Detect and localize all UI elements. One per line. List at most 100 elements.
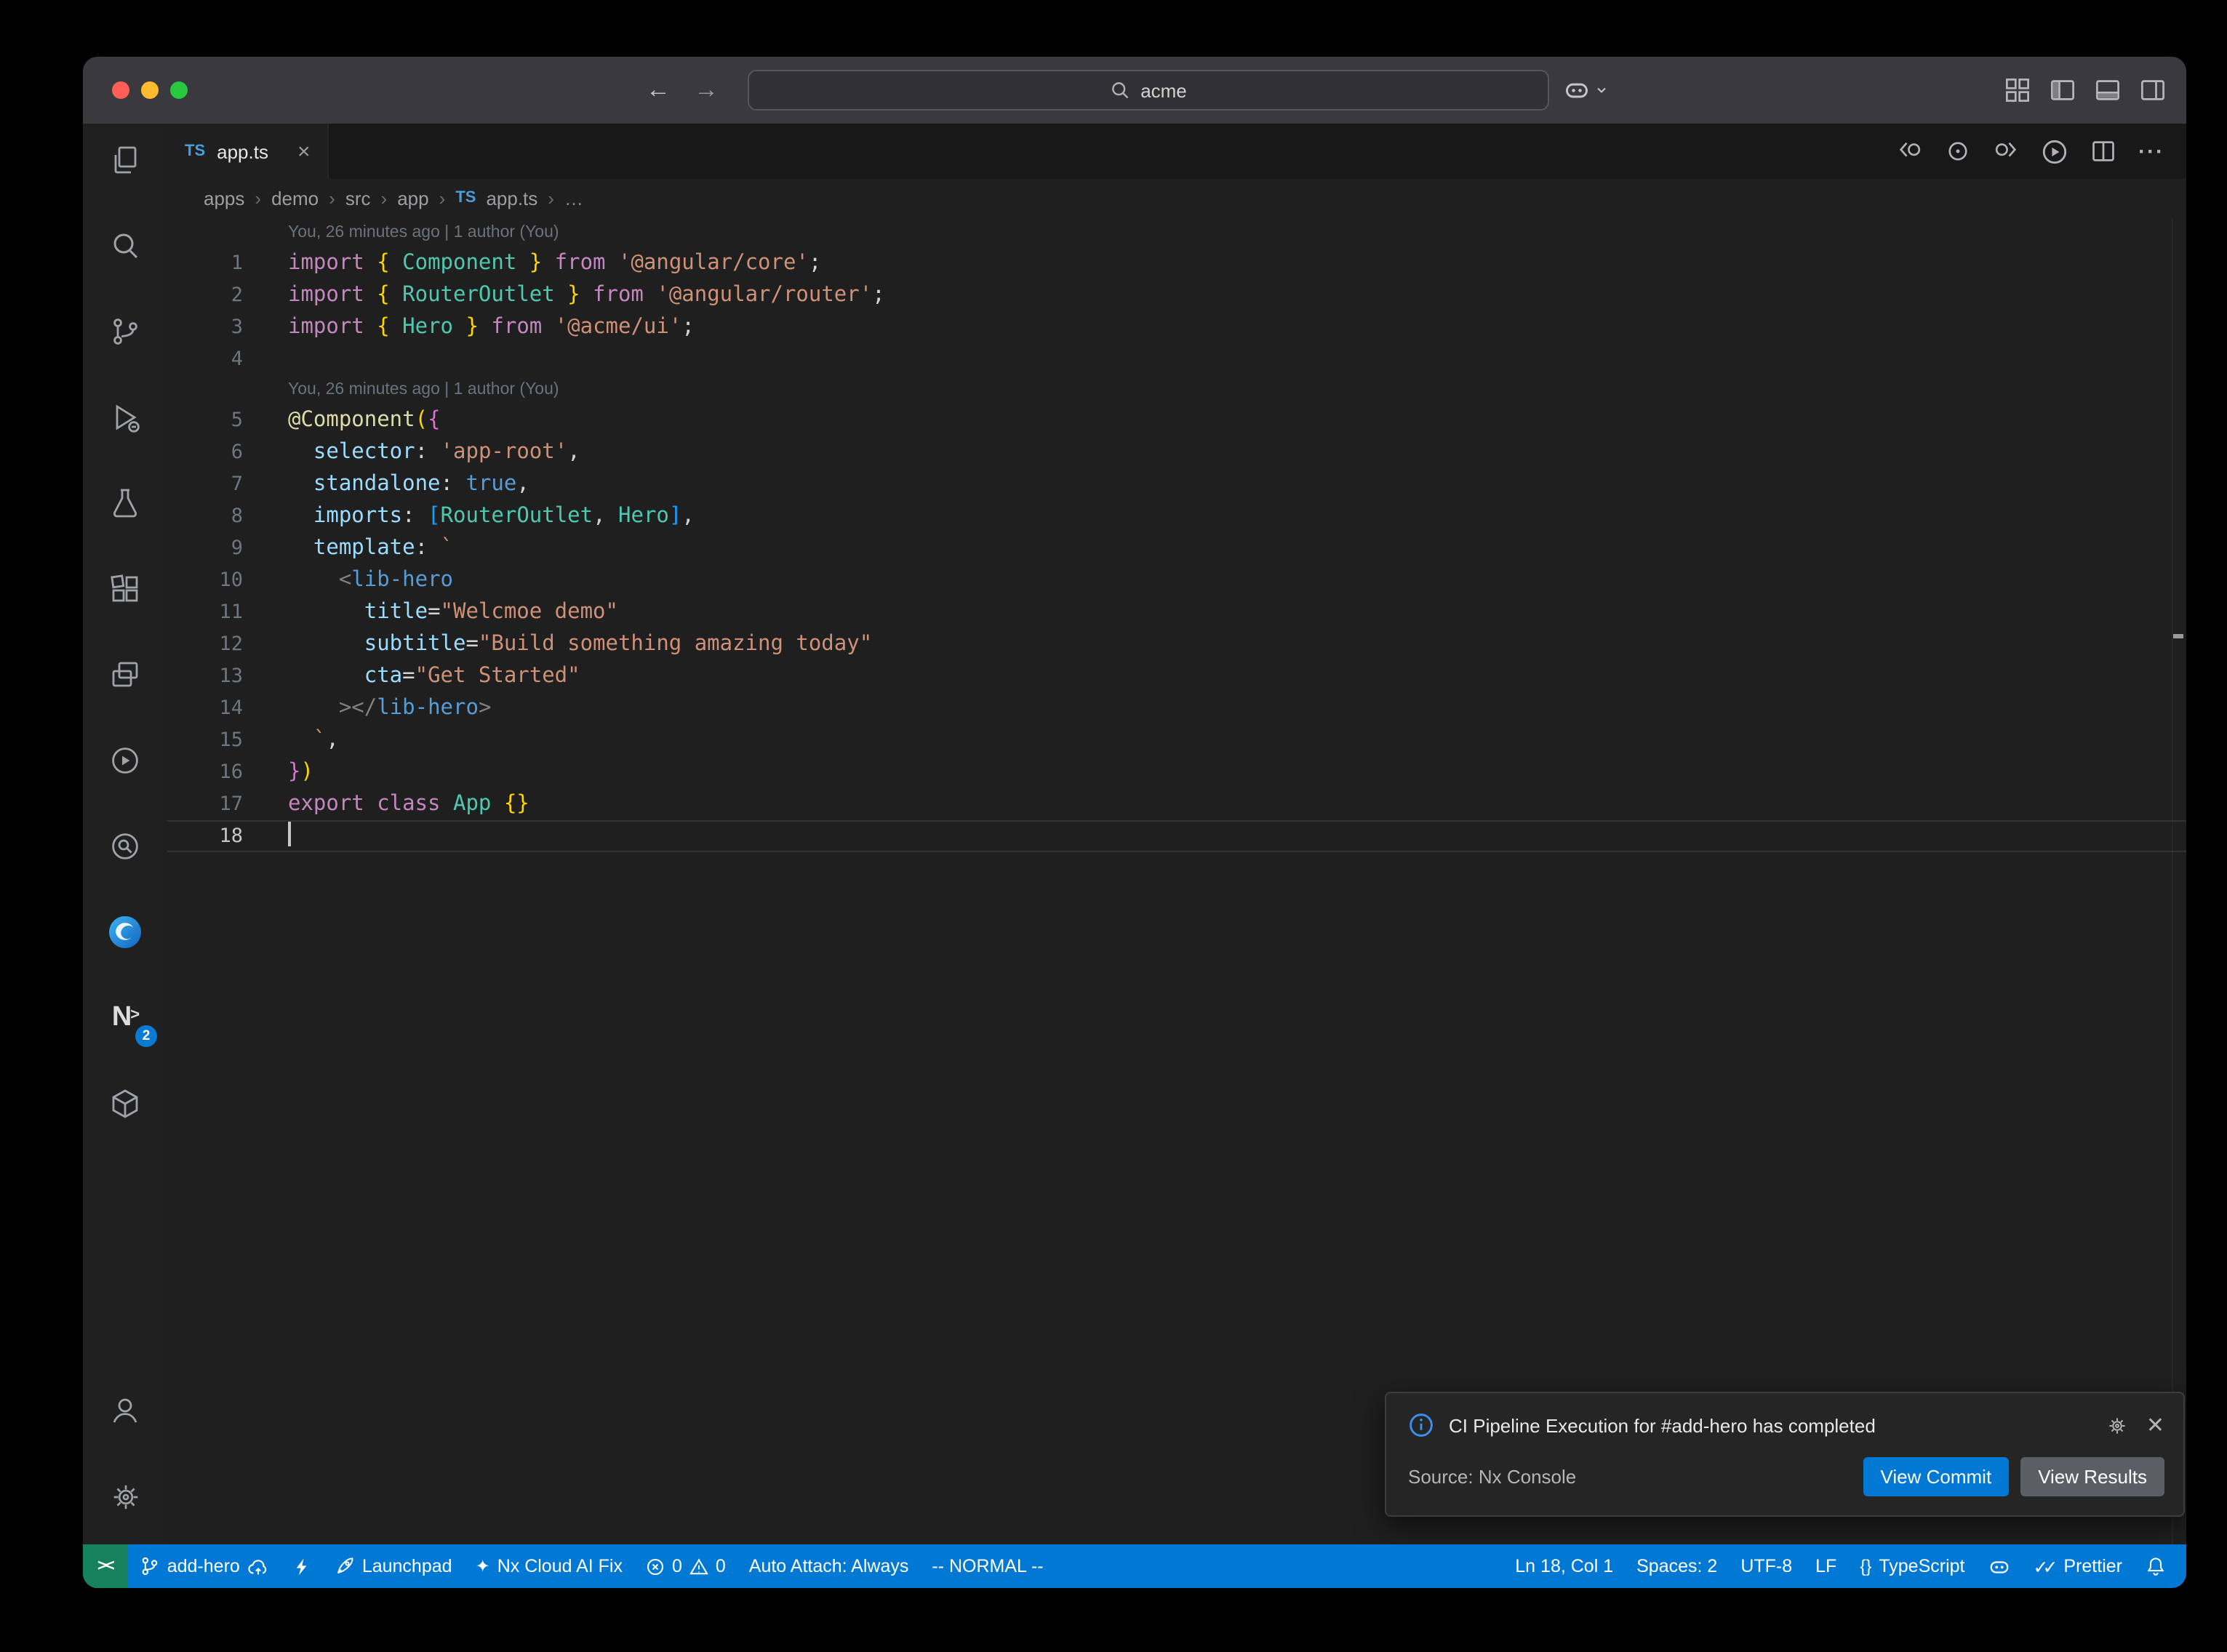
language-mode-item[interactable]: {} TypeScript xyxy=(1848,1544,1976,1588)
title-bar: ← → acme xyxy=(83,57,2186,124)
sidebar-item-search[interactable] xyxy=(83,211,167,281)
nx-cloud-item[interactable]: ✦ Nx Cloud AI Fix xyxy=(464,1544,634,1588)
sidebar-item-circle-search[interactable] xyxy=(83,811,167,881)
customize-layout-icon[interactable] xyxy=(2004,77,2031,103)
symbol-circle-icon[interactable] xyxy=(1945,138,1971,164)
code-line[interactable]: 7 standalone: true, xyxy=(167,468,2186,500)
sidebar-item-explorer[interactable] xyxy=(83,125,167,195)
circle-search-icon xyxy=(108,829,143,864)
sidebar-item-circle-play[interactable] xyxy=(83,726,167,795)
cursor-position-item[interactable]: Ln 18, Col 1 xyxy=(1503,1544,1625,1588)
sidebar-item-run-debug[interactable] xyxy=(83,382,167,452)
view-commit-button[interactable]: View Commit xyxy=(1863,1457,2010,1496)
sidebar-item-testing[interactable] xyxy=(83,468,167,538)
editor-scrollbar[interactable] xyxy=(2172,218,2186,1544)
code-line[interactable]: 4 xyxy=(167,343,2186,375)
code-editor[interactable]: You, 26 minutes ago | 1 author (You)1imp… xyxy=(167,217,2186,1544)
auto-attach-item[interactable]: Auto Attach: Always xyxy=(737,1544,921,1588)
copilot-menu[interactable] xyxy=(1564,57,1609,124)
forward-arrow-icon[interactable]: → xyxy=(694,76,719,105)
settings-gear-icon xyxy=(108,1480,142,1513)
sidebar-item-cube[interactable] xyxy=(83,1069,167,1139)
code-line[interactable]: 5@Component({ xyxy=(167,404,2186,436)
sidebar-item-blue-swirl[interactable] xyxy=(83,897,167,967)
code-line[interactable]: 3import { Hero } from '@acme/ui'; xyxy=(167,311,2186,343)
code-line[interactable]: 14 ></lib-hero> xyxy=(167,692,2186,724)
search-icon xyxy=(1110,80,1130,100)
view-results-button[interactable]: View Results xyxy=(2020,1457,2164,1496)
copilot-status-item[interactable] xyxy=(1977,1544,2022,1588)
indentation-item[interactable]: Spaces: 2 xyxy=(1625,1544,1729,1588)
nx-badge: 2 xyxy=(135,1025,157,1047)
traffic-lights xyxy=(112,81,188,99)
code-line[interactable]: 2import { RouterOutlet } from '@angular/… xyxy=(167,279,2186,311)
code-line[interactable]: 17export class App {} xyxy=(167,788,2186,820)
eol-item[interactable]: LF xyxy=(1804,1544,1848,1588)
code-line[interactable]: 12 subtitle="Build something amazing tod… xyxy=(167,628,2186,660)
sidebar-item-remote-windows[interactable] xyxy=(83,640,167,710)
breadcrumb-item-apps[interactable]: apps xyxy=(204,187,244,209)
nav-forward-icon[interactable] xyxy=(1993,138,2019,164)
code-line[interactable]: 9 template: ` xyxy=(167,532,2186,564)
account-menu[interactable] xyxy=(83,1376,167,1446)
launchpad-item[interactable]: Launchpad xyxy=(323,1544,464,1588)
formatter-item[interactable]: ✓✓ Prettier xyxy=(2022,1544,2135,1588)
breadcrumb-item-file[interactable]: app.ts xyxy=(486,187,537,209)
line-number: 10 xyxy=(167,564,288,596)
problems-item[interactable]: 0 0 xyxy=(634,1544,737,1588)
nav-back-icon[interactable] xyxy=(1897,138,1923,164)
breadcrumb-item-app[interactable]: app xyxy=(397,187,428,209)
status-bar: >< add-hero xyxy=(83,1544,2186,1588)
code-line[interactable]: 6 selector: 'app-root', xyxy=(167,436,2186,468)
breadcrumb-item-ellipsis[interactable]: … xyxy=(564,187,583,209)
toggle-secondary-sidebar-icon[interactable] xyxy=(2140,77,2166,103)
command-center-search[interactable]: acme xyxy=(748,70,1549,111)
breadcrumb-item-src[interactable]: src xyxy=(345,187,371,209)
breadcrumb-item-demo[interactable]: demo xyxy=(271,187,319,209)
code-line[interactable]: 11 title="Welcmoe demo" xyxy=(167,596,2186,628)
code-line[interactable]: 1import { Component } from '@angular/cor… xyxy=(167,247,2186,279)
code-line[interactable]: 16}) xyxy=(167,756,2186,788)
tab-app-ts[interactable]: TS app.ts × xyxy=(167,124,329,179)
sidebar-item-nx[interactable]: N> 2 xyxy=(83,983,167,1053)
toggle-sidebar-icon[interactable] xyxy=(2050,77,2076,103)
warning-count: 0 xyxy=(716,1556,726,1576)
bell-icon xyxy=(2146,1556,2166,1576)
notification-settings-button[interactable] xyxy=(2107,1414,2129,1436)
code-line[interactable]: 18 xyxy=(167,820,2186,852)
encoding-item[interactable]: UTF-8 xyxy=(1729,1544,1804,1588)
typescript-file-icon: TS xyxy=(455,189,476,206)
back-arrow-icon[interactable]: ← xyxy=(646,76,671,105)
notification-close-icon[interactable]: ✕ xyxy=(2146,1412,2164,1438)
zoom-window-button[interactable] xyxy=(170,81,188,99)
code-line[interactable]: 13 cta="Get Started" xyxy=(167,660,2186,692)
code-line[interactable]: 10 <lib-hero xyxy=(167,564,2186,596)
close-window-button[interactable] xyxy=(112,81,129,99)
line-number: 9 xyxy=(167,532,288,564)
sidebar-item-extensions[interactable] xyxy=(83,554,167,624)
vim-mode-item[interactable]: -- NORMAL -- xyxy=(920,1544,1055,1588)
settings-menu[interactable] xyxy=(83,1461,167,1531)
notifications-bell-item[interactable] xyxy=(2134,1544,2178,1588)
toggle-panel-icon[interactable] xyxy=(2095,77,2121,103)
minimize-window-button[interactable] xyxy=(141,81,159,99)
branch-item[interactable]: add-hero xyxy=(128,1544,281,1588)
run-circle-icon[interactable] xyxy=(2041,137,2068,165)
vscode-window: ← → acme xyxy=(83,57,2186,1588)
sidebar-item-source-control[interactable] xyxy=(83,297,167,366)
line-number: 8 xyxy=(167,500,288,532)
split-editor-icon[interactable] xyxy=(2090,138,2116,164)
more-actions-icon[interactable]: ··· xyxy=(2138,139,2164,164)
error-count: 0 xyxy=(672,1556,682,1576)
code-line[interactable]: 15 `, xyxy=(167,724,2186,756)
encoding-label: UTF-8 xyxy=(1740,1556,1792,1576)
code-lines: You, 26 minutes ago | 1 author (You)1imp… xyxy=(167,218,2186,852)
zap-item[interactable] xyxy=(281,1544,323,1588)
code-line[interactable]: 8 imports: [RouterOutlet, Hero], xyxy=(167,500,2186,532)
close-tab-icon[interactable]: × xyxy=(297,139,311,164)
braces-icon: {} xyxy=(1860,1556,1871,1576)
line-number: 15 xyxy=(167,724,288,756)
remote-indicator[interactable]: >< xyxy=(83,1544,128,1588)
cursor-caret xyxy=(288,822,291,846)
chevron-right-icon: › xyxy=(548,187,554,209)
